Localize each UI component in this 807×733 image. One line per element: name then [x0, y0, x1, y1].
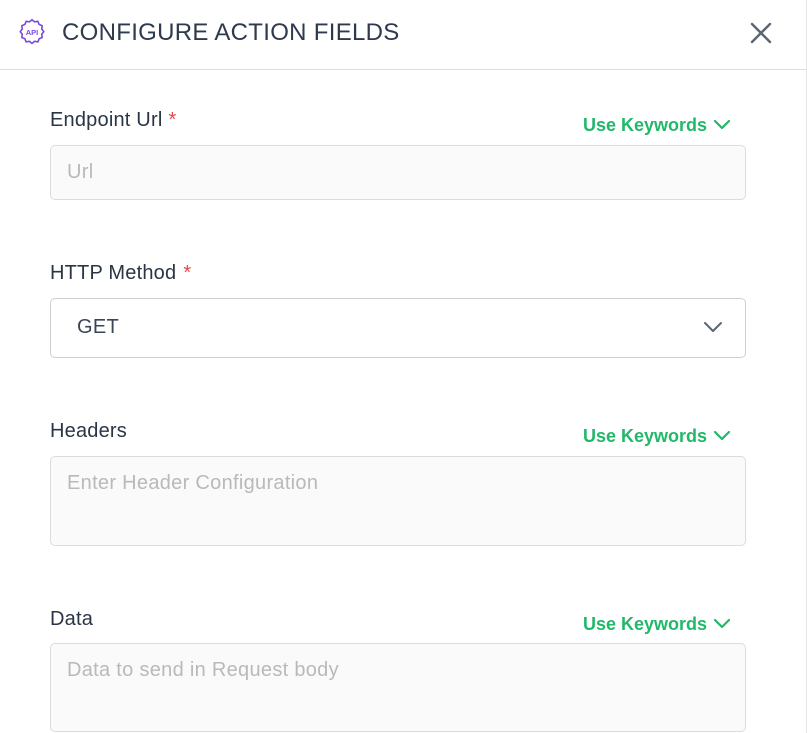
http-method-label-text: HTTP Method	[50, 262, 177, 284]
configure-action-fields-panel: API CONFIGURE ACTION FIELDS Endpoint Url…	[0, 0, 807, 733]
endpoint-url-label: Endpoint Url *	[50, 108, 176, 132]
chevron-down-icon	[713, 618, 731, 628]
api-gear-icon: API	[19, 19, 45, 45]
page-title: CONFIGURE ACTION FIELDS	[62, 19, 400, 46]
use-keywords-label: Use Keywords	[583, 614, 708, 634]
use-keywords-label: Use Keywords	[583, 115, 708, 135]
chevron-down-icon	[713, 119, 731, 129]
chevron-down-icon	[713, 430, 731, 440]
data-textarea[interactable]: Data to send in Request body	[50, 643, 746, 732]
endpoint-use-keywords-button[interactable]: Use Keywords	[583, 114, 731, 136]
endpoint-url-label-text: Endpoint Url	[50, 109, 163, 131]
use-keywords-label: Use Keywords	[583, 426, 708, 446]
http-method-value: GET	[77, 316, 120, 338]
close-icon[interactable]	[748, 20, 774, 46]
required-mark: *	[168, 109, 177, 131]
required-mark: *	[183, 262, 192, 284]
headers-label: Headers	[50, 420, 127, 442]
http-method-select[interactable]: GET	[50, 298, 746, 358]
panel-header: API CONFIGURE ACTION FIELDS	[0, 0, 807, 70]
headers-textarea[interactable]: Enter Header Configuration	[50, 456, 746, 546]
chevron-down-icon	[704, 322, 722, 332]
api-icon-text: API	[26, 28, 39, 37]
data-label: Data	[50, 608, 94, 630]
headers-use-keywords-button[interactable]: Use Keywords	[583, 425, 731, 447]
data-use-keywords-button[interactable]: Use Keywords	[583, 613, 731, 635]
endpoint-url-input[interactable]: Url	[50, 145, 746, 200]
http-method-label: HTTP Method *	[50, 261, 191, 285]
